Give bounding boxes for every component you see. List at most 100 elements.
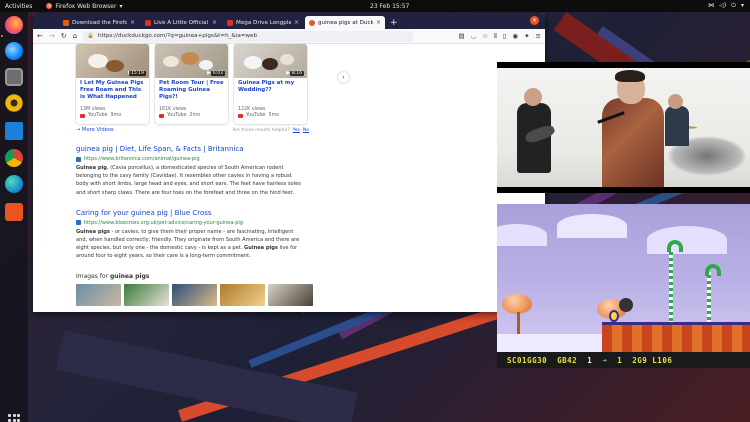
thunderbird-icon[interactable] xyxy=(5,42,23,60)
video-card[interactable]: ▶ 8:16 Guinea Pigs at my Wedding?? 122K … xyxy=(234,44,307,124)
arrow-right-icon: ➜ xyxy=(602,355,608,365)
video-source-name: YouTube xyxy=(167,113,187,118)
tab-firefox-download[interactable]: Download the Firefox B × xyxy=(59,16,139,29)
carousel-next-button[interactable]: › xyxy=(338,72,349,83)
bluecross-favicon-icon xyxy=(76,220,81,226)
toolbar-buttons: ▤ ◡ ☆ ⫴ ▯ ◉ ✦ ≡ xyxy=(458,32,541,41)
reader-view-icon[interactable]: ▤ xyxy=(458,32,464,41)
tab-live-a-little[interactable]: Live A Little Official V × xyxy=(141,16,221,29)
video-source-name: YouTube xyxy=(246,113,266,118)
images-heading: Images for guinea pigs xyxy=(76,273,545,280)
result-title-link[interactable]: guinea pig | Diet, Life Span, & Facts | … xyxy=(76,145,301,154)
top-bar: Activities Firefox Web Browser ▾ 23 Feb … xyxy=(0,0,750,12)
feedback-no-link[interactable]: No xyxy=(303,128,309,133)
menu-icon[interactable]: ≡ xyxy=(536,32,541,41)
running-indicator xyxy=(1,35,3,37)
libreoffice-writer-icon[interactable] xyxy=(5,122,23,140)
video-duration: 6:03 xyxy=(210,71,225,76)
tab-duckduckgo[interactable]: guinea pigs at DuckDuckG × xyxy=(305,16,385,29)
video-age: 5mo xyxy=(268,113,280,118)
show-applications-icon[interactable] xyxy=(8,414,20,422)
extensions-icon[interactable]: ✦ xyxy=(524,32,529,41)
result-title-link[interactable]: Caring for your guinea pig | Blue Cross xyxy=(76,209,301,218)
window-close-button[interactable]: × xyxy=(530,16,539,25)
image-results-row xyxy=(76,283,545,306)
game-hud-counter: GB42 xyxy=(557,355,578,365)
image-result[interactable] xyxy=(76,283,121,306)
image-result[interactable] xyxy=(124,283,169,306)
close-icon[interactable]: × xyxy=(376,19,381,26)
tab-label: Mega Drive Longplay xyxy=(236,19,291,26)
chrome-icon[interactable] xyxy=(5,149,23,167)
video-title[interactable]: Guinea Pigs at my Wedding?? xyxy=(234,78,307,107)
video-duration: 8:16 xyxy=(289,71,304,76)
bookmark-star-icon[interactable]: ☆ xyxy=(482,32,488,41)
software-store-icon[interactable] xyxy=(5,203,23,221)
result-url[interactable]: https://www.bluecross.org.uk/pet-advice/… xyxy=(76,220,301,226)
images-query[interactable]: guinea pigs xyxy=(110,273,149,280)
lock-icon: 🔒 xyxy=(87,33,94,39)
library-icon[interactable]: ⫴ xyxy=(494,32,497,41)
video-duration: 15:19 xyxy=(129,71,146,76)
home-icon[interactable]: ⌂ xyxy=(73,32,77,40)
system-tray[interactable]: ⋈ ◁) ⏻ ▾ xyxy=(708,2,744,10)
feedback-question: Are these results helpful? xyxy=(232,127,290,133)
close-icon[interactable]: × xyxy=(212,19,217,26)
picture-in-picture-video[interactable] xyxy=(497,62,750,193)
tab-mega-drive-longplay[interactable]: Mega Drive Longplay × xyxy=(223,16,303,29)
new-tab-button[interactable]: + xyxy=(390,18,398,28)
url-bar[interactable]: 🔒 https://duckduckgo.com/?q=guinea+pigs&… xyxy=(83,30,414,42)
video-frame xyxy=(497,68,750,187)
more-videos-row: → More Videos Are these results helpful?… xyxy=(76,127,309,133)
video-title[interactable]: Pet Room Tour | Free Roaming Guinea Pigs… xyxy=(155,78,228,107)
back-arrow-icon[interactable]: ← xyxy=(37,32,43,40)
youtube-favicon-icon xyxy=(227,19,233,26)
more-videos-link[interactable]: More Videos xyxy=(82,127,114,133)
image-result[interactable] xyxy=(268,283,313,306)
video-source: YouTube 2mo xyxy=(155,112,228,119)
video-card[interactable]: ▶ 15:19 I Let My Guinea Pigs Free Roam a… xyxy=(76,44,149,124)
clock[interactable]: 23 Feb 15:57 xyxy=(370,3,409,10)
result-url[interactable]: https://www.britannica.com/animal/guinea… xyxy=(76,156,301,162)
video-thumbnail: ▶ 8:16 xyxy=(234,44,307,78)
game-time: 2G9 L106 xyxy=(632,355,673,365)
image-result[interactable] xyxy=(172,283,217,306)
game-lives: 1 xyxy=(587,355,593,365)
edge-dev-icon[interactable] xyxy=(5,175,23,193)
game-emulator-window[interactable]: SC01GG30 GB42 1 ➜ 1 2G9 L106 xyxy=(497,204,750,368)
feedback-prompt: Are these results helpful? Yes No xyxy=(232,128,309,133)
youtube-icon xyxy=(80,113,85,118)
pocket-icon[interactable]: ◡ xyxy=(471,32,477,41)
rhythmbox-icon[interactable] xyxy=(5,94,23,112)
activities-button[interactable]: Activities xyxy=(5,3,32,10)
firefox-icon[interactable] xyxy=(5,16,23,34)
chevron-down-icon: ▾ xyxy=(119,2,123,10)
video-source: YouTube 5mo xyxy=(234,112,307,119)
image-result[interactable] xyxy=(220,283,265,306)
video-card[interactable]: ▶ 6:03 Pet Room Tour | Free Roaming Guin… xyxy=(155,44,228,124)
sidebar-icon[interactable]: ▯ xyxy=(503,32,507,41)
video-title[interactable]: I Let My Guinea Pigs Free Roam and This … xyxy=(76,78,149,107)
game-screen xyxy=(497,204,750,352)
feedback-yes-link[interactable]: Yes xyxy=(293,128,300,133)
page-content: ▶ 15:19 I Let My Guinea Pigs Free Roam a… xyxy=(33,44,545,312)
result-url-text: https://www.bluecross.org.uk/pet-advice/… xyxy=(84,219,243,226)
close-icon[interactable]: × xyxy=(130,19,135,26)
firefox-window: Download the Firefox B × Live A Little O… xyxy=(33,13,545,312)
close-icon[interactable]: × xyxy=(294,19,299,26)
tab-label: Download the Firefox B xyxy=(72,19,127,26)
network-icon: ⋈ xyxy=(708,2,715,9)
britannica-favicon-icon xyxy=(76,156,81,162)
reload-icon[interactable]: ↻ xyxy=(61,32,67,40)
tab-label: guinea pigs at DuckDuckG xyxy=(318,19,373,26)
forward-arrow-icon[interactable]: → xyxy=(49,32,55,40)
app-menu[interactable]: Firefox Web Browser ▾ xyxy=(46,3,122,10)
account-icon[interactable]: ◉ xyxy=(512,32,518,41)
search-result: Caring for your guinea pig | Blue Cross … xyxy=(76,209,301,261)
files-icon[interactable] xyxy=(5,68,23,86)
video-source: YouTube 9mo xyxy=(76,112,149,119)
firefox-icon xyxy=(46,3,53,9)
result-snippet: Guinea pig, (Cavia porcellus), a domesti… xyxy=(76,165,301,196)
youtube-favicon-icon xyxy=(145,19,151,26)
tab-label: Live A Little Official V xyxy=(154,19,209,26)
